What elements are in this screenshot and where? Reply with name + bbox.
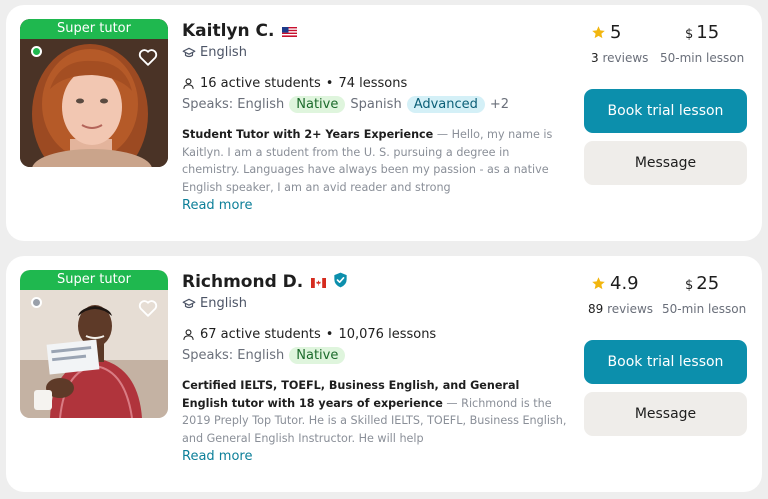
more-languages-link[interactable]: +2 xyxy=(490,97,509,112)
subject-row: English xyxy=(182,45,247,60)
rating-value: 4.9 xyxy=(591,273,639,294)
language-level-badge: Advanced xyxy=(406,96,485,113)
tutor-name-row: Richmond D. xyxy=(182,272,348,292)
message-button[interactable]: Message xyxy=(584,392,747,436)
language-name: Spanish xyxy=(350,97,402,112)
canada-flag-icon xyxy=(311,273,327,292)
speaks-row: Speaks: English Native xyxy=(182,347,350,364)
currency-symbol: $ xyxy=(685,278,694,293)
language-name: English xyxy=(237,348,285,363)
tutor-description: Certified IELTS, TOEFL, Business English… xyxy=(182,377,568,447)
subject-label: English xyxy=(200,296,247,311)
lesson-duration-label: 50-min lesson xyxy=(660,51,745,65)
tutor-name[interactable]: Kaitlyn C. xyxy=(182,21,274,41)
read-more-link[interactable]: Read more xyxy=(182,198,252,213)
book-trial-lesson-button[interactable]: Book trial lesson xyxy=(584,340,747,384)
graduation-cap-icon xyxy=(182,47,196,57)
price-number: 25 xyxy=(696,273,720,294)
stats-row: 16 active students • 74 lessons xyxy=(182,76,407,91)
tutor-avatar xyxy=(20,270,168,418)
lessons-count: 10,076 lessons xyxy=(338,327,437,342)
rating-value: 5 xyxy=(591,22,621,43)
super-tutor-badge: Super tutor xyxy=(20,19,168,39)
book-trial-lesson-button[interactable]: Book trial lesson xyxy=(584,89,747,133)
person-icon xyxy=(183,329,194,340)
currency-symbol: $ xyxy=(685,27,694,42)
language-name: English xyxy=(237,97,285,112)
reviews-text: reviews xyxy=(607,302,654,316)
verified-shield-icon xyxy=(333,272,348,292)
lesson-duration-label: 50-min lesson xyxy=(662,302,747,316)
tutor-name-row: Kaitlyn C. xyxy=(182,21,298,41)
read-more-link[interactable]: Read more xyxy=(182,449,252,464)
online-status-icon xyxy=(31,46,42,57)
language-level-badge: Native xyxy=(289,96,346,113)
lessons-count: 74 lessons xyxy=(338,76,408,91)
stats-row: 67 active students • 10,076 lessons xyxy=(182,327,436,342)
star-icon xyxy=(592,26,605,39)
tutor-card[interactable]: Super tutor Kaitlyn C. English 16 active… xyxy=(6,5,762,241)
stats-separator: • xyxy=(325,327,334,342)
super-tutor-badge: Super tutor xyxy=(20,270,168,290)
favorite-heart-icon[interactable] xyxy=(137,46,159,68)
reviews-count: 89 xyxy=(588,302,604,316)
tutor-card[interactable]: Super tutor Richmond D. English 67 activ… xyxy=(6,256,762,492)
us-flag-icon xyxy=(282,22,298,41)
speaks-label: Speaks: xyxy=(182,348,234,363)
stats-separator: • xyxy=(325,76,334,91)
reviews-count: 3 xyxy=(591,51,599,65)
tutor-headline: Student Tutor with 2+ Years Experience xyxy=(182,128,434,141)
rating-number: 4.9 xyxy=(610,273,639,294)
active-students: 16 active students xyxy=(200,76,321,91)
rating-number: 5 xyxy=(610,22,622,43)
tutor-list: Super tutor Kaitlyn C. English 16 active… xyxy=(0,0,768,499)
tutor-photo[interactable]: Super tutor xyxy=(20,19,168,167)
active-students: 67 active students xyxy=(200,327,321,342)
price-value: $15 xyxy=(685,22,719,43)
graduation-cap-icon xyxy=(182,298,196,308)
price-number: 15 xyxy=(696,22,720,43)
favorite-heart-icon[interactable] xyxy=(137,297,159,319)
speaks-label: Speaks: xyxy=(182,97,234,112)
person-icon xyxy=(183,78,194,89)
tutor-avatar xyxy=(20,19,168,167)
offline-status-icon xyxy=(31,297,42,308)
star-icon xyxy=(592,277,605,290)
subject-row: English xyxy=(182,296,247,311)
price-value: $25 xyxy=(685,273,719,294)
speaks-row: Speaks: English Native Spanish Advanced … xyxy=(182,96,509,113)
reviews-text: reviews xyxy=(602,51,649,65)
tutor-description: Student Tutor with 2+ Years Experience —… xyxy=(182,126,568,196)
tutor-photo[interactable]: Super tutor xyxy=(20,270,168,418)
subject-label: English xyxy=(200,45,247,60)
tutor-name[interactable]: Richmond D. xyxy=(182,272,303,292)
language-level-badge: Native xyxy=(289,347,346,364)
reviews-label[interactable]: 3 reviews xyxy=(591,51,648,65)
reviews-label[interactable]: 89 reviews xyxy=(588,302,653,316)
message-button[interactable]: Message xyxy=(584,141,747,185)
